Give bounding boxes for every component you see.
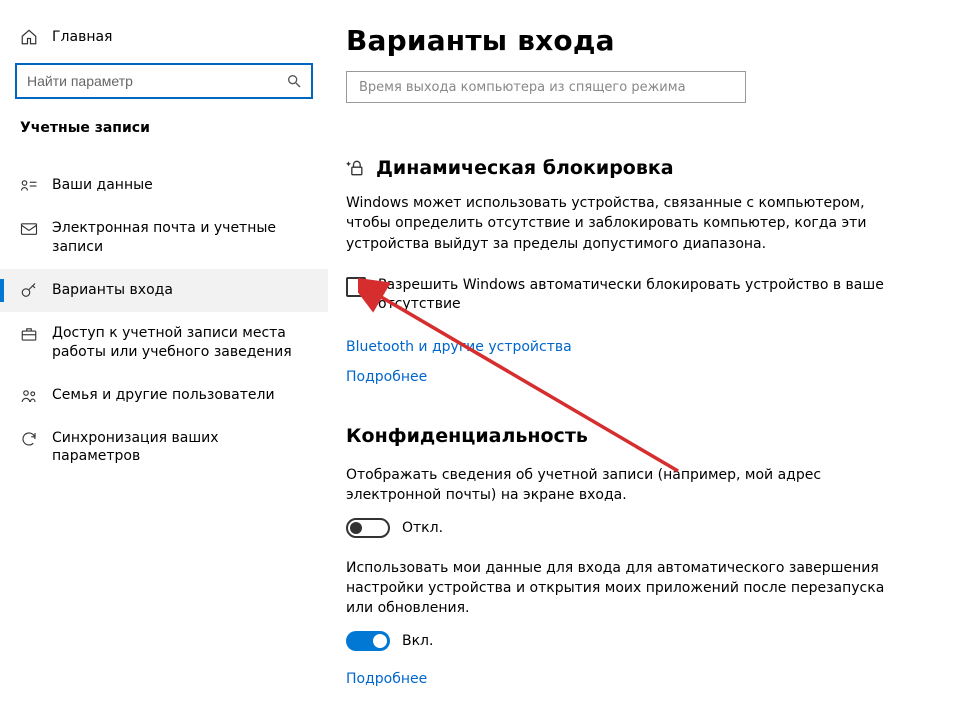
home-icon [20,28,38,46]
nav-item-email[interactable]: Электронная почта и учетные записи [0,207,328,269]
nav-item-your-info[interactable]: Ваши данные [0,164,328,207]
dynamic-lock-checkbox-label: Разрешить Windows автоматически блокиров… [378,276,886,315]
people-icon [20,387,38,405]
privacy-toggle-1-label: Откл. [402,520,443,536]
search-icon [286,73,302,89]
link-bluetooth-devices[interactable]: Bluetooth и другие устройства [346,339,572,355]
dynamic-lock-checkbox-row: Разрешить Windows автоматически блокиров… [346,276,886,315]
privacy-text-2: Использовать мои данные для входа для ав… [346,558,886,619]
privacy-heading: Конфиденциальность [346,425,922,447]
dynamic-lock-checkbox[interactable] [346,277,366,297]
home-label: Главная [52,29,112,45]
dropdown-screen-timeout[interactable]: Время выхода компьютера из спящего режим… [346,71,746,103]
sidebar: Главная Учетные записи Ваши данные [0,0,328,707]
nav-item-label: Доступ к учетной записи места работы или… [52,324,310,362]
nav-list: Ваши данные Электронная почта и учетные … [0,150,328,478]
search-box [16,64,312,98]
home-link[interactable]: Главная [0,28,328,64]
main-content: Варианты входа Время выхода компьютера и… [328,0,962,707]
dropdown-label: Время выхода компьютера из спящего режим… [359,80,686,95]
privacy-toggle-auto-finish[interactable] [346,631,390,651]
nav-item-sync[interactable]: Синхронизация ваших параметров [0,417,328,479]
mail-icon [20,220,38,238]
nav-item-label: Ваши данные [52,176,310,195]
link-learn-more-privacy[interactable]: Подробнее [346,671,427,687]
nav-item-signin-options[interactable]: Варианты входа [0,269,328,312]
nav-item-label: Синхронизация ваших параметров [52,429,310,467]
search-input[interactable] [16,64,312,98]
lock-sparkle-icon [346,158,366,178]
nav-item-label: Электронная почта и учетные записи [52,219,310,257]
nav-item-label: Семья и другие пользователи [52,386,310,405]
dynamic-lock-heading: Динамическая блокировка [346,157,922,179]
page-title: Варианты входа [346,24,922,57]
nav-item-work-access[interactable]: Доступ к учетной записи места работы или… [0,312,328,374]
link-learn-more-dynamic-lock[interactable]: Подробнее [346,369,427,385]
privacy-toggle-2-label: Вкл. [402,633,433,649]
dynamic-lock-heading-text: Динамическая блокировка [376,157,674,179]
key-icon [20,282,38,300]
briefcase-icon [20,325,38,343]
section-title: Учетные записи [0,120,328,150]
nav-item-family[interactable]: Семья и другие пользователи [0,374,328,417]
nav-item-label: Варианты входа [52,281,310,300]
privacy-toggle-account-info[interactable] [346,518,390,538]
person-card-icon [20,177,38,195]
privacy-text-1: Отображать сведения об учетной записи (н… [346,465,886,506]
sync-icon [20,430,38,448]
dynamic-lock-description: Windows может использовать устройства, с… [346,193,886,254]
